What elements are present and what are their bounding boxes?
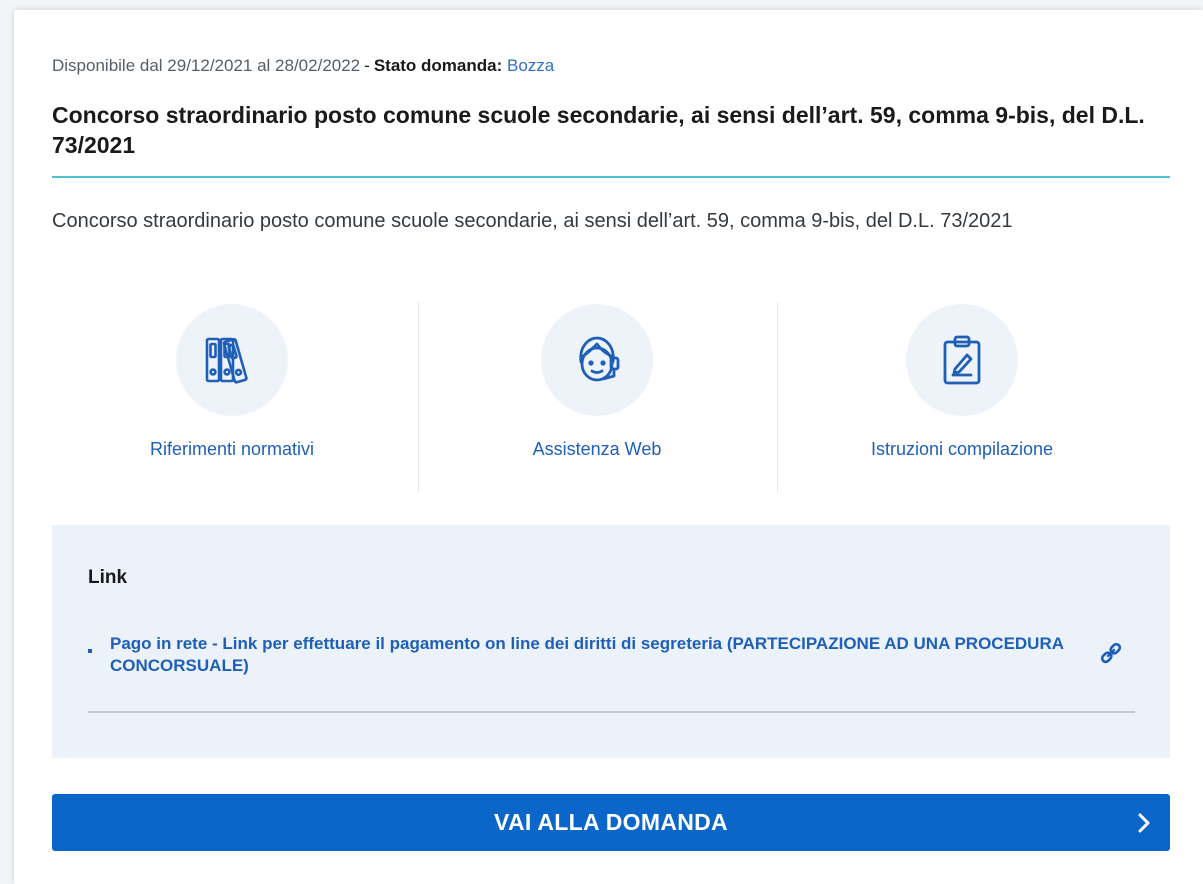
links-heading: Link: [88, 567, 128, 588]
binders-icon: [205, 337, 248, 384]
feature-riferimenti-normativi[interactable]: Riferimenti normativi: [52, 300, 412, 490]
chevron-right-icon: [1138, 813, 1150, 838]
feature-icon-circle: [176, 304, 288, 416]
description: Concorso straordinario posto comune scuo…: [52, 210, 1013, 232]
list-item[interactable]: Pago in rete - Link per effettuare il pa…: [88, 631, 1135, 713]
feature-links: Riferimenti normativi Assistenza Web Ist…: [52, 300, 1170, 492]
links-panel: Link Pago in rete - Link per effettuare …: [52, 525, 1170, 758]
list-bullet: [88, 649, 92, 653]
title-divider: [52, 176, 1170, 178]
cta-label: VAI ALLA DOMANDA: [494, 809, 728, 835]
status-value: Bozza: [507, 56, 555, 75]
link-icon[interactable]: [1099, 641, 1123, 670]
pago-in-rete-link[interactable]: Pago in rete - Link per effettuare il pa…: [110, 633, 1070, 677]
feature-divider: [777, 302, 778, 492]
feature-assistenza-web[interactable]: Assistenza Web: [417, 300, 777, 490]
availability-line: Disponibile dal 29/12/2021 al 28/02/2022…: [52, 56, 554, 76]
availability-dates: Disponibile dal 29/12/2021 al 28/02/2022: [52, 56, 361, 75]
clipboard-edit-icon: [943, 335, 981, 385]
meta-separator: -: [364, 56, 370, 75]
application-card: Disponibile dal 29/12/2021 al 28/02/2022…: [14, 10, 1203, 884]
status-label: Stato domanda:: [373, 56, 503, 75]
feature-istruzioni-compilazione[interactable]: Istruzioni compilazione: [782, 300, 1142, 490]
feature-label[interactable]: Istruzioni compilazione: [782, 439, 1142, 460]
feature-label[interactable]: Riferimenti normativi: [52, 439, 412, 460]
feature-icon-circle: [906, 304, 1018, 416]
vai-alla-domanda-button[interactable]: VAI ALLA DOMANDA: [52, 794, 1170, 851]
page-title: Concorso straordinario posto comune scuo…: [52, 102, 1145, 158]
feature-icon-circle: [541, 304, 653, 416]
headset-support-icon: [579, 336, 620, 382]
feature-label[interactable]: Assistenza Web: [417, 439, 777, 460]
